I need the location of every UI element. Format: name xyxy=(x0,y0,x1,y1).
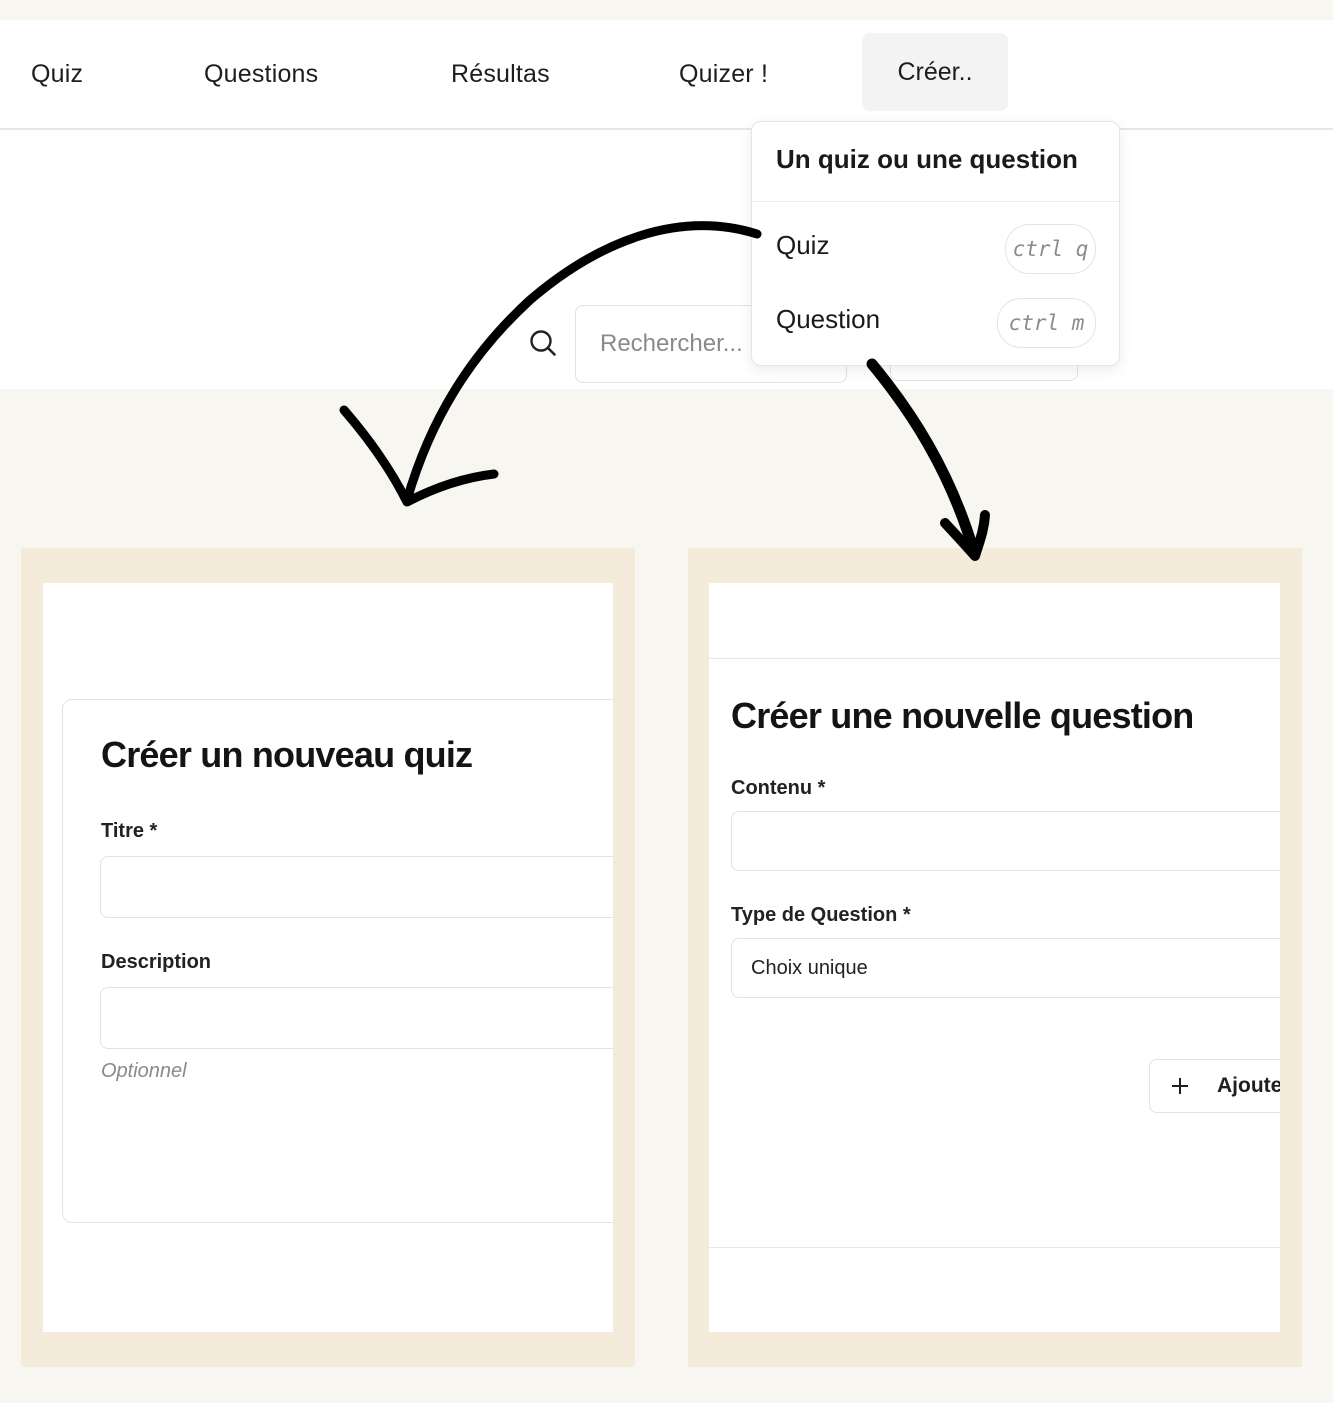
description-hint: Optionnel xyxy=(101,1060,187,1082)
dropdown-item-quiz[interactable]: Quiz ctrl q xyxy=(752,218,1119,278)
footer-divider xyxy=(709,1247,1280,1248)
nav-item-questions[interactable]: Questions xyxy=(204,20,318,128)
description-field[interactable] xyxy=(100,987,613,1049)
arrow-to-question-form xyxy=(866,358,980,558)
shortcut-badge: ctrl q xyxy=(1005,224,1096,274)
create-dropdown-menu: Un quiz ou une question Quiz ctrl q Ques… xyxy=(751,121,1120,366)
nav-item-resultas[interactable]: Résultas xyxy=(451,20,550,128)
question-form-preview: Créer une nouvelle question Contenu * Ty… xyxy=(709,583,1280,1332)
create-menu-button[interactable]: Créer.. xyxy=(862,33,1008,111)
description-field-label: Description xyxy=(101,951,212,973)
question-type-select[interactable]: Choix unique xyxy=(731,938,1280,998)
add-answer-button[interactable]: Ajoute xyxy=(1149,1059,1280,1113)
dropdown-item-label: Question xyxy=(776,304,881,334)
shortcut-badge: ctrl m xyxy=(997,298,1096,348)
add-answer-label: Ajoute xyxy=(1217,1074,1280,1097)
plus-icon xyxy=(1172,1078,1188,1094)
nav-item-quiz[interactable]: Quiz xyxy=(31,20,83,128)
nav-item-quizer[interactable]: Quizer ! xyxy=(679,20,768,128)
title-field-label: Titre * xyxy=(101,820,158,842)
dropdown-item-question[interactable]: Question ctrl m xyxy=(752,292,1119,352)
title-field[interactable] xyxy=(100,856,613,918)
quiz-form-card: Créer un nouveau quiz Titre * Descriptio… xyxy=(62,699,613,1223)
top-navbar: Quiz Questions Résultas Quizer ! Créer.. xyxy=(0,20,1333,130)
quiz-form-title: Créer un nouveau quiz xyxy=(101,734,473,775)
search-icon xyxy=(530,330,556,356)
question-form-preview-frame: Créer une nouvelle question Contenu * Ty… xyxy=(688,548,1302,1367)
dropdown-divider xyxy=(752,201,1119,202)
quiz-form-preview-frame: Créer un nouveau quiz Titre * Descriptio… xyxy=(21,548,635,1367)
header-divider xyxy=(709,658,1280,659)
content-field-label: Contenu * xyxy=(731,777,826,799)
content-field[interactable] xyxy=(731,811,1280,871)
question-form-title: Créer une nouvelle question xyxy=(731,695,1194,736)
question-type-label: Type de Question * xyxy=(731,904,911,926)
dropdown-header: Un quiz ou une question xyxy=(776,144,1078,174)
quiz-form-preview: Créer un nouveau quiz Titre * Descriptio… xyxy=(43,583,613,1332)
arrow-head-quiz xyxy=(339,405,499,507)
dropdown-item-label: Quiz xyxy=(776,230,830,260)
